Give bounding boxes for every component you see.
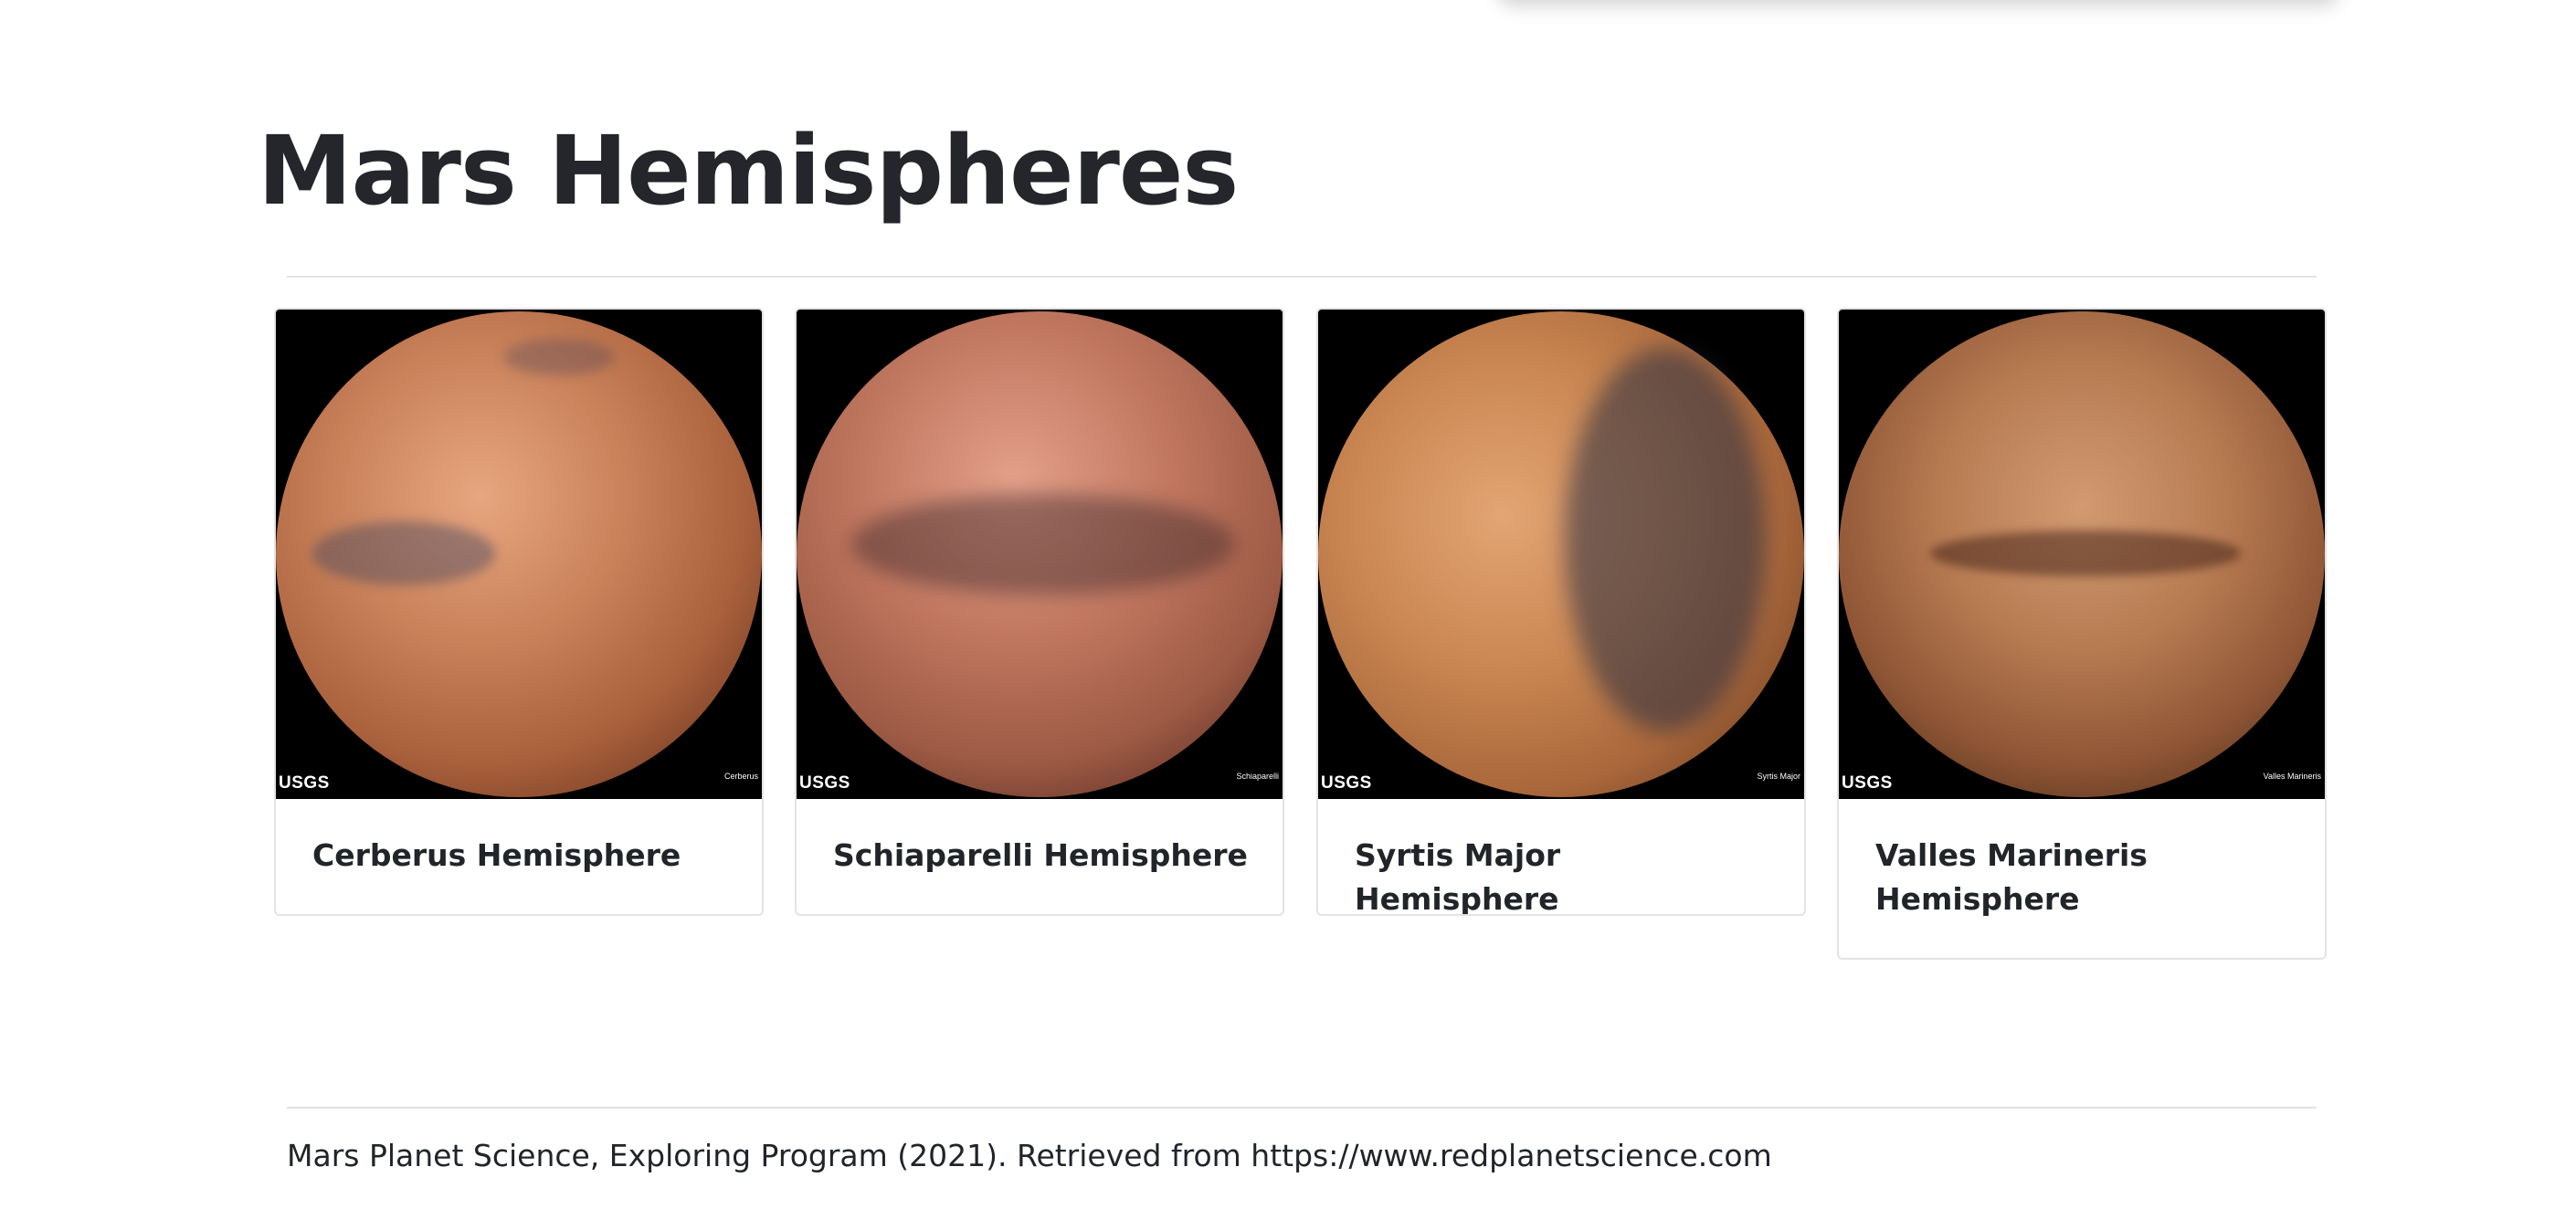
card-body: Schiaparelli Hemisphere	[797, 799, 1283, 878]
usgs-logo: USGS	[1321, 773, 1372, 793]
hemisphere-image[interactable]: USGS Cerberus	[276, 310, 762, 799]
hemisphere-image[interactable]: USGS Valles Marineris	[1839, 310, 2325, 799]
footer-divider	[287, 1107, 2317, 1109]
card-body: Valles Marineris Hemisphere	[1839, 799, 2325, 921]
image-caption: Syrtis Major	[1757, 772, 1800, 781]
mars-globe-image	[797, 311, 1283, 797]
usgs-logo: USGS	[1842, 773, 1893, 793]
card-body: Syrtis Major Hemisphere	[1318, 799, 1804, 914]
hemisphere-card-schiaparelli[interactable]: USGS Schiaparelli Schiaparelli Hemispher…	[795, 308, 1284, 916]
image-caption: Valles Marineris	[2263, 772, 2321, 781]
hemisphere-gallery: USGS Cerberus Cerberus Hemisphere USGS S…	[274, 308, 2329, 965]
usgs-logo: USGS	[799, 773, 850, 793]
usgs-logo: USGS	[279, 773, 330, 793]
image-caption: Schiaparelli	[1236, 772, 1279, 781]
divider	[287, 276, 2317, 278]
mars-globe-image	[276, 311, 762, 797]
hemisphere-title[interactable]: Valles Marineris Hemisphere	[1875, 834, 2296, 921]
page-title: Mars Hemispheres	[258, 115, 1239, 226]
hemisphere-title[interactable]: Syrtis Major Hemisphere	[1355, 834, 1775, 914]
mars-globe-image	[1318, 311, 1804, 797]
image-caption: Cerberus	[723, 772, 758, 781]
card-body: Cerberus Hemisphere	[276, 799, 762, 878]
hemisphere-title[interactable]: Cerberus Hemisphere	[312, 834, 733, 878]
mars-globe-image	[1839, 311, 2325, 797]
hemisphere-image[interactable]: USGS Schiaparelli	[797, 310, 1283, 799]
hemisphere-card-valles-marineris[interactable]: USGS Valles Marineris Valles Marineris H…	[1837, 308, 2327, 960]
footer-attribution: Mars Planet Science, Exploring Program (…	[287, 1138, 1772, 1173]
hemisphere-card-cerberus[interactable]: USGS Cerberus Cerberus Hemisphere	[274, 308, 764, 916]
hemisphere-image[interactable]: USGS Syrtis Major	[1318, 310, 1804, 799]
hemisphere-card-syrtis-major[interactable]: USGS Syrtis Major Syrtis Major Hemispher…	[1316, 308, 1806, 916]
hemisphere-title[interactable]: Schiaparelli Hemisphere	[833, 834, 1253, 878]
